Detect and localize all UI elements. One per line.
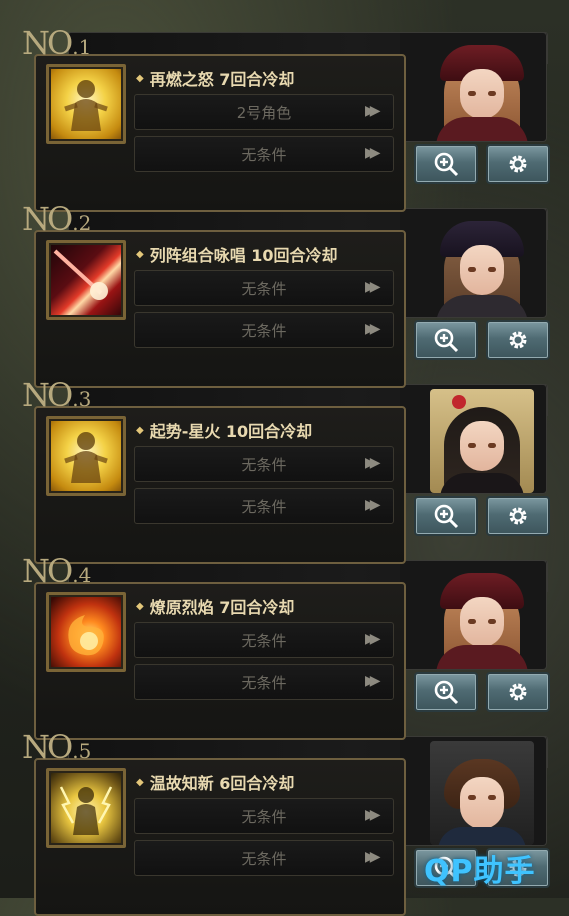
settings-button[interactable]: [486, 320, 550, 360]
zoom-button[interactable]: [414, 672, 478, 712]
entry-number: N O .2: [22, 200, 92, 238]
diamond-icon: ◆: [136, 424, 144, 436]
zoom-in-icon: [434, 328, 459, 353]
red-hood-girl-portrait: [430, 565, 534, 669]
witch-girl-portrait: [430, 213, 534, 317]
zoom-in-icon: [434, 152, 459, 177]
gear-icon: [509, 683, 527, 701]
skill-entry-4: N O .4 ◆ 燎原烈焰 7回合冷却 无条件 ▶▶ 无条件 ▶▶: [0, 552, 569, 740]
character-portrait-panel: [400, 736, 547, 846]
entry-number: N O .5: [22, 728, 92, 766]
settings-button[interactable]: [486, 144, 550, 184]
character-portrait-panel: [400, 384, 547, 494]
character-portrait-panel: [400, 32, 547, 142]
skill-panel: ◆ 再燃之怒 7回合冷却 2号角色 ▶▶ 无条件 ▶▶: [34, 54, 406, 212]
condition-slot-1[interactable]: 无条件 ▶▶: [134, 446, 394, 482]
watermark-logo: QP助手: [424, 854, 536, 889]
double-arrow-icon: ▶▶: [365, 631, 381, 647]
zoom-button[interactable]: [414, 144, 478, 184]
gear-icon: [509, 155, 527, 173]
skill-title: ◆ 温故知新 6回合冷却: [136, 774, 295, 793]
red-hood-girl-portrait: [430, 37, 534, 141]
skill-entry-2: N O .2 ◆ 列阵组合咏唱 10回合冷却 无条件 ▶▶ 无条件 ▶▶: [0, 200, 569, 388]
condition-slot-1[interactable]: 无条件 ▶▶: [134, 622, 394, 658]
double-arrow-icon: ▶▶: [365, 497, 381, 513]
diamond-icon: ◆: [136, 72, 144, 84]
entry-number: N O .3: [22, 376, 92, 414]
settings-button[interactable]: [486, 496, 550, 536]
double-arrow-icon: ▶▶: [365, 849, 381, 865]
double-arrow-icon: ▶▶: [365, 145, 381, 161]
skill-entry-1: N O .1 ◆ 再燃之怒 7回合冷却 2号角色 ▶▶ 无条件 ▶▶: [0, 24, 569, 212]
gold-warrior-icon[interactable]: [46, 416, 126, 496]
skill-panel: ◆ 列阵组合咏唱 10回合冷却 无条件 ▶▶ 无条件 ▶▶: [34, 230, 406, 388]
diamond-icon: ◆: [136, 600, 144, 612]
condition-slot-1[interactable]: 2号角色 ▶▶: [134, 94, 394, 130]
lightning-warrior-icon[interactable]: [46, 768, 126, 848]
condition-slot-2[interactable]: 无条件 ▶▶: [134, 664, 394, 700]
skill-panel: ◆ 燎原烈焰 7回合冷却 无条件 ▶▶ 无条件 ▶▶: [34, 582, 406, 740]
condition-slot-1[interactable]: 无条件 ▶▶: [134, 270, 394, 306]
double-arrow-icon: ▶▶: [365, 279, 381, 295]
zoom-button[interactable]: [414, 496, 478, 536]
double-arrow-icon: ▶▶: [365, 807, 381, 823]
entry-number: N O .1: [22, 24, 92, 62]
settings-button[interactable]: [486, 672, 550, 712]
diamond-icon: ◆: [136, 776, 144, 788]
skill-panel: ◆ 温故知新 6回合冷却 无条件 ▶▶ 无条件 ▶▶: [34, 758, 406, 916]
double-arrow-icon: ▶▶: [365, 103, 381, 119]
skill-title: ◆ 列阵组合咏唱 10回合冷却: [136, 246, 338, 265]
gear-icon: [509, 331, 527, 349]
fireball-icon[interactable]: [46, 592, 126, 672]
zoom-button[interactable]: [414, 320, 478, 360]
gear-icon: [509, 507, 527, 525]
skill-title: ◆ 再燃之怒 7回合冷却: [136, 70, 295, 89]
entry-number: N O .4: [22, 552, 92, 590]
gold-warrior-icon[interactable]: [46, 64, 126, 144]
zoom-in-icon: [434, 680, 459, 705]
diamond-icon: ◆: [136, 248, 144, 260]
skill-title: ◆ 燎原烈焰 7回合冷却: [136, 598, 295, 617]
zoom-in-icon: [434, 504, 459, 529]
condition-slot-2[interactable]: 无条件 ▶▶: [134, 488, 394, 524]
skill-title: ◆ 起势-星火 10回合冷却: [136, 422, 313, 441]
dark-hair-girl-portrait: [430, 389, 534, 493]
condition-slot-2[interactable]: 无条件 ▶▶: [134, 312, 394, 348]
skill-panel: ◆ 起势-星火 10回合冷却 无条件 ▶▶ 无条件 ▶▶: [34, 406, 406, 564]
character-portrait-panel: [400, 560, 547, 670]
condition-slot-2[interactable]: 无条件 ▶▶: [134, 840, 394, 876]
double-arrow-icon: ▶▶: [365, 673, 381, 689]
red-beam-icon[interactable]: [46, 240, 126, 320]
brown-hair-man-portrait: [430, 741, 534, 845]
character-portrait-panel: [400, 208, 547, 318]
condition-slot-1[interactable]: 无条件 ▶▶: [134, 798, 394, 834]
condition-slot-2[interactable]: 无条件 ▶▶: [134, 136, 394, 172]
skill-entry-3: N O .3 ◆ 起势-星火 10回合冷却 无条件 ▶▶ 无条件 ▶▶: [0, 376, 569, 564]
double-arrow-icon: ▶▶: [365, 455, 381, 471]
double-arrow-icon: ▶▶: [365, 321, 381, 337]
